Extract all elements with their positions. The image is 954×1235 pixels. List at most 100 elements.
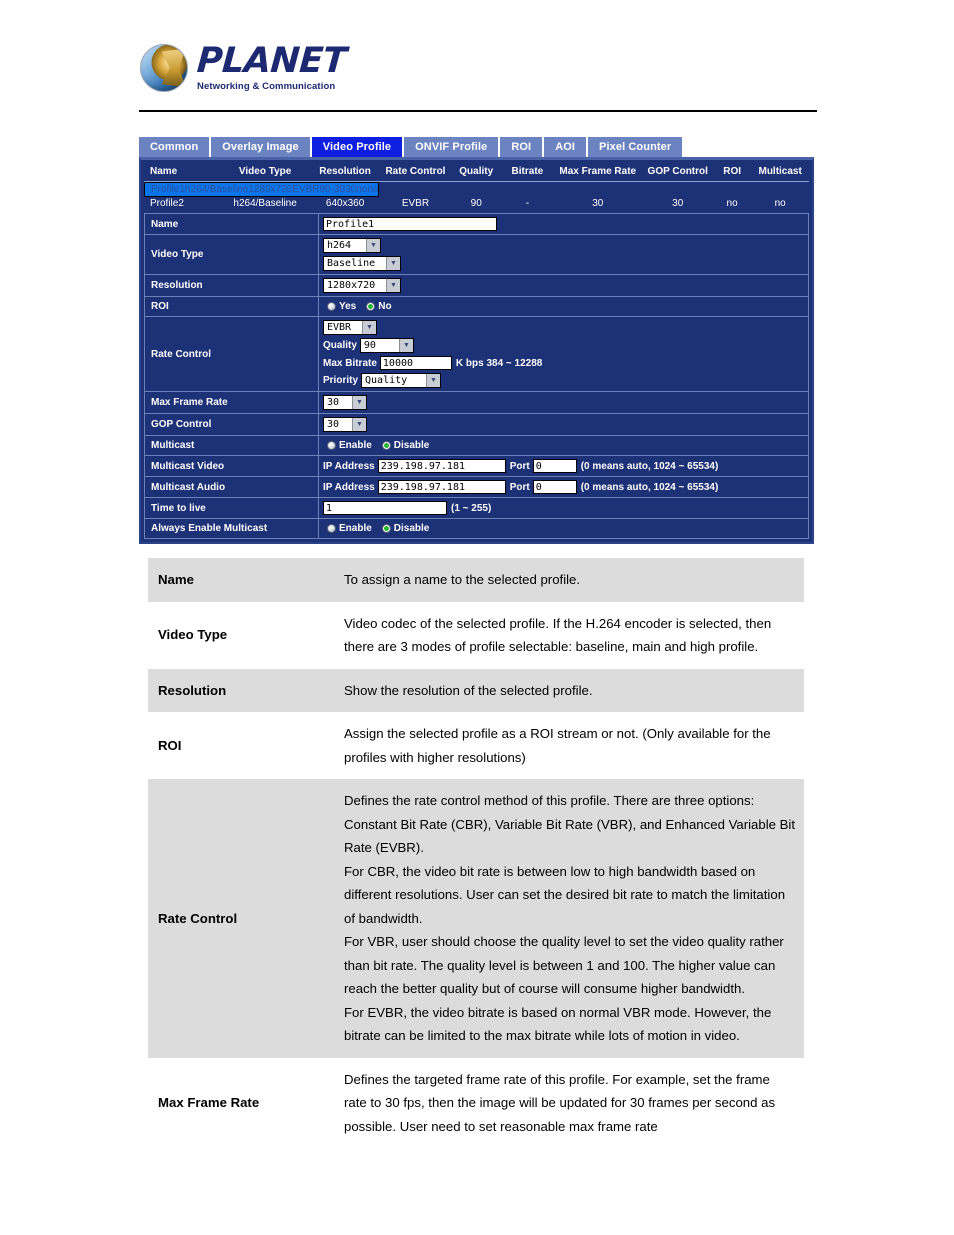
radio-dot-icon bbox=[327, 524, 336, 533]
label-multicast: Multicast bbox=[145, 436, 319, 455]
gop-control-select[interactable]: 30 ▼ bbox=[323, 417, 367, 432]
priority-select[interactable]: Quality ▼ bbox=[361, 373, 442, 388]
roi-radio-group: Yes No bbox=[323, 301, 808, 312]
tab-onvif-profile[interactable]: ONVIF Profile bbox=[404, 137, 501, 157]
column-header-max-frame-rate: Max Frame Rate bbox=[552, 163, 643, 182]
multicast-audio-ip-input[interactable]: 239.198.97.181 bbox=[377, 480, 506, 494]
name-input[interactable]: Profile1 bbox=[323, 217, 497, 231]
max-bitrate-label: Max Bitrate bbox=[323, 357, 377, 369]
form-row-gop-control: GOP Control 30 ▼ bbox=[145, 414, 808, 436]
cell-roi: no bbox=[356, 183, 368, 196]
time-to-live-input[interactable]: 1 bbox=[323, 501, 447, 515]
description-text: Defines the rate control method of this … bbox=[334, 779, 804, 1058]
header-divider bbox=[139, 110, 817, 112]
description-text: Assign the selected profile as a ROI str… bbox=[334, 712, 804, 779]
video-codec-select[interactable]: h264 ▼ bbox=[323, 238, 381, 253]
label-rate-control: Rate Control bbox=[145, 317, 319, 391]
chevron-down-icon: ▼ bbox=[398, 339, 413, 352]
description-text: Defines the targeted frame rate of this … bbox=[334, 1057, 804, 1148]
cell-name: Profile1 bbox=[145, 183, 185, 196]
tab-bar: Common Overlay Image Video Profile ONVIF Pr… bbox=[139, 137, 814, 157]
column-header-gop-control: GOP Control bbox=[642, 163, 713, 182]
description-key: Resolution bbox=[148, 668, 334, 712]
cell-name: Profile2 bbox=[144, 197, 221, 210]
description-text: To assign a name to the selected profile… bbox=[334, 558, 804, 602]
cell-rate-control: EVBR bbox=[292, 183, 320, 196]
description-text: Show the resolution of the selected prof… bbox=[334, 668, 804, 712]
label-roi: ROI bbox=[145, 297, 319, 316]
always-multicast-radio-enable[interactable]: Enable bbox=[327, 523, 372, 534]
radio-dot-icon bbox=[327, 302, 336, 311]
description-paragraph: To assign a name to the selected profile… bbox=[344, 572, 581, 587]
chevron-down-icon: ▼ bbox=[386, 279, 400, 292]
cell-rate-control: EVBR bbox=[380, 197, 451, 210]
profile-settings-form: Name Profile1 Video Type h264 ▼ Baseline… bbox=[144, 213, 809, 539]
description-paragraph: Defines the targeted frame rate of this … bbox=[344, 1071, 776, 1134]
cell-gop-control: 30 bbox=[345, 183, 357, 196]
brand-name: PLANET bbox=[195, 41, 348, 82]
description-paragraph: Defines the rate control method of this … bbox=[344, 793, 796, 855]
chevron-down-icon: ▼ bbox=[352, 418, 366, 431]
multicast-radio-disable[interactable]: Disable bbox=[381, 440, 429, 451]
description-row: Max Frame Rate Defines the targeted frame… bbox=[148, 1057, 804, 1148]
column-header-rate-control: Rate Control bbox=[380, 163, 451, 182]
resolution-select[interactable]: 1280x720 ▼ bbox=[323, 278, 401, 293]
tab-aoi[interactable]: AOI bbox=[544, 137, 589, 157]
video-profile-select[interactable]: Baseline ▼ bbox=[323, 256, 401, 271]
cell-multicast: no bbox=[751, 197, 809, 210]
multicast-video-hint: (0 means auto, 1024 ~ 65534) bbox=[580, 460, 719, 472]
table-row[interactable]: Profile2 h264/Baseline 640x360 EVBR 90-30 30 n… bbox=[144, 197, 809, 210]
cell-gop-control: 30 bbox=[642, 197, 713, 210]
form-row-max-frame-rate: Max Frame Rate 30 ▼ bbox=[145, 392, 808, 414]
cell-resolution: 1280x720 bbox=[248, 183, 293, 196]
roi-yes-label: Yes bbox=[339, 301, 357, 312]
rate-control-mode-select[interactable]: EVBR ▼ bbox=[323, 320, 377, 335]
column-header-name: Name bbox=[144, 163, 221, 182]
tab-common[interactable]: Common bbox=[139, 137, 212, 157]
cell-quality: 90 bbox=[319, 183, 331, 196]
tab-pixel-counter[interactable]: Pixel Counter bbox=[588, 137, 685, 157]
label-always-enable-multicast: Always Enable Multicast bbox=[145, 519, 319, 538]
cell-multicast: no bbox=[367, 183, 379, 196]
column-header-resolution: Resolution bbox=[309, 163, 381, 182]
priority-label: Priority bbox=[323, 375, 359, 386]
roi-radio-no[interactable]: No bbox=[366, 301, 392, 312]
globe-icon bbox=[140, 44, 188, 92]
max-bitrate-input[interactable]: 10000 bbox=[379, 356, 452, 370]
multicast-radio-group: Enable Disable bbox=[323, 440, 808, 451]
quality-value: 90 bbox=[363, 340, 376, 351]
description-key: ROI bbox=[148, 712, 334, 779]
document-header: PLANET Networking & Communication bbox=[0, 0, 954, 112]
description-key: Name bbox=[148, 558, 334, 602]
column-header-bitrate: Bitrate bbox=[501, 163, 553, 182]
always-multicast-disable-label: Disable bbox=[393, 523, 430, 534]
tab-overlay-image[interactable]: Overlay Image bbox=[211, 137, 312, 157]
multicast-radio-enable[interactable]: Enable bbox=[327, 440, 372, 451]
form-row-roi: ROI Yes No bbox=[145, 297, 808, 317]
multicast-video-ip-input[interactable]: 239.198.97.181 bbox=[377, 459, 506, 473]
label-gop-control: GOP Control bbox=[145, 414, 319, 435]
table-row[interactable]: Profile1 h264/Baseline 1280x720 EVBR 90-30 30… bbox=[144, 182, 380, 197]
multicast-audio-port-input[interactable]: 0 bbox=[532, 480, 577, 494]
planet-logo: PLANET Networking & Communication bbox=[140, 41, 348, 92]
description-row: Rate Control Defines the rate control met… bbox=[148, 779, 804, 1058]
tab-video-profile[interactable]: Video Profile bbox=[311, 137, 405, 157]
description-key: Rate Control bbox=[148, 779, 334, 1058]
description-paragraph: Assign the selected profile as a ROI str… bbox=[344, 726, 771, 765]
chevron-down-icon: ▼ bbox=[386, 257, 400, 270]
max-frame-rate-select[interactable]: 30 ▼ bbox=[323, 395, 367, 410]
description-paragraph: Video codec of the selected profile. If … bbox=[344, 615, 772, 655]
form-row-always-enable-multicast: Always Enable Multicast Enable Disable bbox=[145, 519, 808, 539]
quality-select[interactable]: 90 ▼ bbox=[359, 338, 414, 353]
column-header-roi: ROI bbox=[712, 163, 752, 182]
description-paragraph: For CBR, the video bit rate is between l… bbox=[344, 863, 786, 926]
tab-roi[interactable]: ROI bbox=[500, 137, 545, 157]
description-row: ROI Assign the selected profile as a ROI … bbox=[148, 712, 804, 779]
always-multicast-radio-disable[interactable]: Disable bbox=[381, 523, 430, 534]
multicast-video-port-input[interactable]: 0 bbox=[532, 459, 577, 473]
description-row: Video Type Video codec of the selected pr… bbox=[148, 601, 804, 669]
roi-radio-yes[interactable]: Yes bbox=[327, 301, 356, 312]
roi-no-label: No bbox=[378, 301, 392, 312]
radio-dot-icon bbox=[327, 441, 336, 450]
description-row: Name To assign a name to the selected pro… bbox=[148, 558, 804, 602]
